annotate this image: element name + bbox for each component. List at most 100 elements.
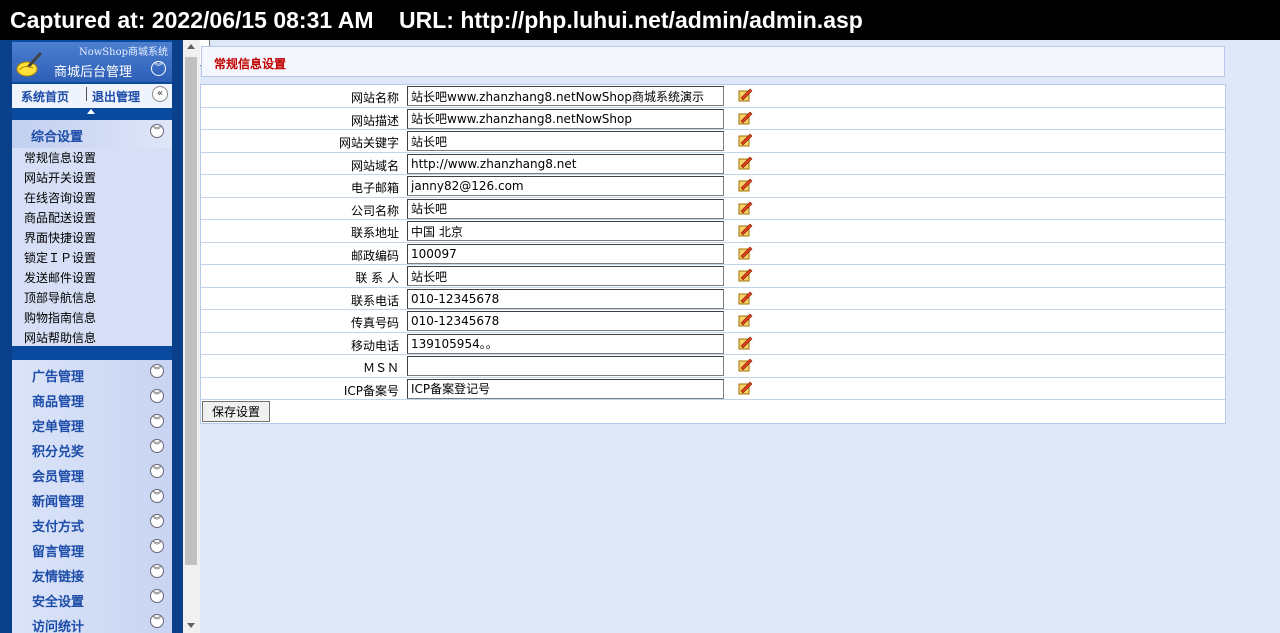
menu-item-help[interactable]: 网站帮助信息	[24, 328, 172, 348]
capture-info-bar: Captured at: 2022/06/15 08:31 AM URL: ht…	[0, 0, 1280, 40]
site-keywords-input[interactable]	[407, 131, 724, 151]
category-messages[interactable]: 留言管理 ︾	[12, 535, 172, 560]
menu-item-site-switch[interactable]: 网站开关设置	[24, 168, 172, 188]
edit-icon[interactable]	[738, 200, 753, 215]
form-row-site-description: 网站描述	[201, 108, 1225, 130]
chevron-down-icon[interactable]: ︾	[150, 589, 164, 603]
chevron-down-icon[interactable]: ︾	[150, 564, 164, 578]
collapse-icon[interactable]: ︾	[151, 61, 166, 76]
form-row-company-name: 公司名称	[201, 198, 1225, 220]
edit-icon[interactable]	[738, 380, 753, 395]
email-input[interactable]	[407, 176, 724, 196]
fax-label: 传真号码	[350, 316, 399, 330]
edit-icon[interactable]	[738, 267, 753, 282]
chevron-down-icon[interactable]: ︾	[150, 614, 164, 628]
chevron-down-icon[interactable]: ︾	[150, 464, 164, 478]
postcode-input[interactable]	[407, 243, 724, 264]
form-row-postcode: 邮政编码	[201, 243, 1225, 265]
category-stats[interactable]: 访问统计 ︾	[12, 610, 172, 633]
edit-icon[interactable]	[738, 245, 753, 260]
category-label: 积分兑奖	[32, 445, 85, 460]
chevron-down-icon[interactable]: ︾	[150, 514, 164, 528]
system-name: NowShop商城系统	[78, 47, 168, 58]
edit-icon[interactable]	[738, 335, 753, 350]
logout-link[interactable]: 退出管理	[92, 88, 140, 105]
category-links[interactable]: 友情链接 ︾	[12, 560, 172, 585]
company-name-input[interactable]	[407, 198, 724, 219]
category-ads[interactable]: 广告管理 ︾	[12, 360, 172, 385]
chevron-down-icon[interactable]: ︾	[150, 439, 164, 453]
edit-icon[interactable]	[738, 357, 753, 372]
edit-icon[interactable]	[738, 132, 753, 147]
company-name-label: 公司名称	[350, 203, 399, 218]
chevron-down-icon[interactable]: ︾	[150, 414, 164, 428]
form-row-email: 电子邮箱	[201, 175, 1225, 198]
edit-icon[interactable]	[738, 87, 753, 102]
edit-icon[interactable]	[738, 110, 753, 125]
msn-input[interactable]	[407, 356, 724, 376]
sidebar-scrollbar[interactable]	[183, 40, 200, 633]
chevron-down-icon[interactable]: ︾	[150, 389, 164, 403]
menu-item-send-mail[interactable]: 发送邮件设置	[24, 268, 172, 288]
form-row-site-name: 网站名称	[201, 85, 1225, 108]
edit-icon[interactable]	[738, 312, 753, 327]
edit-icon[interactable]	[738, 290, 753, 305]
scroll-thumb[interactable]	[185, 57, 197, 565]
arrow-up-icon	[87, 109, 95, 114]
double-left-icon[interactable]: «	[152, 86, 168, 102]
form-row-icp: ICP备案号	[201, 378, 1225, 400]
edit-icon[interactable]	[738, 222, 753, 237]
fax-input[interactable]	[407, 311, 724, 331]
form-row-contact-person: 联 系 人	[201, 265, 1225, 288]
save-row: 保存设置	[201, 400, 1225, 423]
settings-menu-header[interactable]: 综合设置 ︾	[12, 120, 172, 148]
site-domain-input[interactable]	[407, 153, 724, 174]
category-label: 广告管理	[32, 370, 85, 385]
save-settings-button[interactable]: 保存设置	[202, 401, 270, 422]
chevron-down-icon[interactable]: ︾	[150, 539, 164, 553]
top-nav: 系统首页 退出管理 «	[12, 84, 172, 108]
chevron-down-icon[interactable]: ︾	[150, 124, 164, 138]
category-members[interactable]: 会员管理 ︾	[12, 460, 172, 485]
category-security[interactable]: 安全设置 ︾	[12, 585, 172, 610]
home-link[interactable]: 系统首页	[21, 88, 69, 105]
menu-item-shipping[interactable]: 商品配送设置	[24, 208, 172, 228]
brand-title: 商城后台管理	[54, 65, 133, 80]
menu-item-shopping-guide[interactable]: 购物指南信息	[24, 308, 172, 328]
edit-icon[interactable]	[738, 177, 753, 192]
site-description-input[interactable]	[407, 108, 724, 129]
menu-item-online-consult[interactable]: 在线咨询设置	[24, 188, 172, 208]
scroll-up-icon[interactable]	[187, 44, 195, 49]
contact-person-label: 联 系 人	[355, 271, 399, 285]
address-input[interactable]	[407, 221, 724, 241]
category-news[interactable]: 新闻管理 ︾	[12, 485, 172, 510]
chevron-down-icon[interactable]: ︾	[150, 364, 164, 378]
icp-input[interactable]	[407, 378, 724, 399]
menu-item-lock-ip[interactable]: 锁定ＩＰ设置	[24, 248, 172, 268]
category-orders[interactable]: 定单管理 ︾	[12, 410, 172, 435]
edit-icon[interactable]	[738, 155, 753, 170]
mobile-input[interactable]	[407, 333, 724, 354]
form-row-mobile: 移动电话	[201, 333, 1225, 355]
phone-input[interactable]	[407, 288, 724, 309]
category-label: 留言管理	[32, 545, 85, 560]
form-row-address: 联系地址	[201, 220, 1225, 243]
category-label: 支付方式	[32, 520, 85, 535]
category-label: 友情链接	[32, 570, 85, 585]
site-name-input[interactable]	[407, 86, 724, 106]
category-payment[interactable]: 支付方式 ︾	[12, 510, 172, 535]
brand-header: NowShop商城系统 商城后台管理 ︾	[12, 42, 172, 82]
category-label: 访问统计	[32, 620, 85, 633]
section-title: 常规信息设置	[214, 57, 287, 71]
menu-item-shortcut[interactable]: 界面快捷设置	[24, 228, 172, 248]
scroll-down-icon[interactable]	[187, 623, 195, 628]
icp-label: ICP备案号	[343, 383, 399, 398]
main-content: 常规信息设置 网站名称网站描述网站关键字网站域名电子邮箱公司名称联系地址邮政编码…	[200, 40, 1280, 633]
contact-person-input[interactable]	[407, 266, 724, 286]
menu-item-general[interactable]: 常规信息设置	[24, 148, 172, 168]
chevron-down-icon[interactable]: ︾	[150, 489, 164, 503]
category-label: 商品管理	[32, 395, 85, 410]
category-products[interactable]: 商品管理 ︾	[12, 385, 172, 410]
category-points[interactable]: 积分兑奖 ︾	[12, 435, 172, 460]
menu-item-top-nav[interactable]: 顶部导航信息	[24, 288, 172, 308]
